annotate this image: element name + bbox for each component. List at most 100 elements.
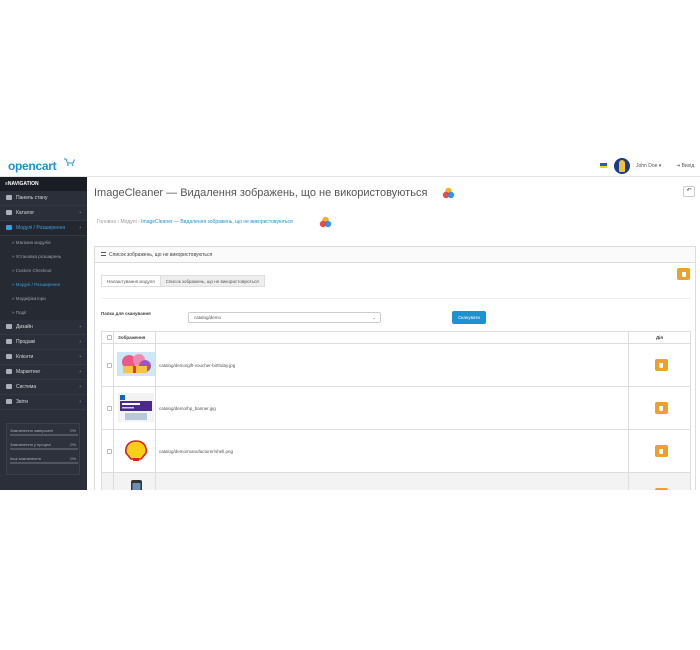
module-logo-icon — [319, 216, 332, 228]
chevron-down-icon: › — [79, 225, 81, 231]
row-select-cell — [101, 472, 114, 490]
thumbnail-gift-voucher — [117, 352, 155, 376]
user-avatar[interactable] — [614, 158, 630, 174]
back-button[interactable]: ↶ — [683, 186, 695, 197]
admin-window: opencart John Doe ▾ ⇥ Вихід ≡NAVIGATION … — [0, 155, 700, 490]
sidebar-item-sales[interactable]: Продажі › — [0, 335, 87, 350]
sidebar-subitem-label: Події — [15, 310, 27, 315]
stat-bar — [10, 462, 78, 464]
delete-button[interactable] — [654, 402, 668, 414]
thumbnail-cell — [113, 472, 156, 490]
user-name: John Doe — [636, 163, 658, 169]
scan-button[interactable]: Сканувати — [452, 311, 486, 324]
image-path: catalog/demo/gift-voucher-birthday.jpg — [155, 343, 629, 387]
row-checkbox[interactable] — [106, 448, 112, 454]
sidebar-subitem-label: Модулі / Розширення — [15, 282, 60, 287]
sidebar-item-label: Модулі / Розширення — [16, 225, 66, 231]
divider — [101, 298, 691, 299]
row-select-cell — [101, 343, 114, 387]
table-row: catalog/demo/hp_banner.jpg — [101, 386, 691, 430]
sidebar-subitem-label: Установка розширень — [15, 254, 62, 259]
sidebar-subitem-label: Custom Checkout — [15, 268, 52, 273]
table-row: catalog/demo/manufacturer/shell.png — [101, 429, 691, 473]
thumbnail-hp-banner — [118, 393, 154, 422]
breadcrumb-home[interactable]: Головна — [97, 219, 116, 225]
image-path — [155, 472, 629, 490]
puzzle-icon — [6, 224, 12, 230]
scan-folder-label: Папка для сканування — [101, 311, 151, 316]
page-title: ImageCleaner — Видалення зображень, що н… — [94, 187, 428, 199]
row-checkbox[interactable] — [106, 405, 112, 411]
tabs: Налаштування модуля Список зображень, що … — [101, 275, 265, 287]
chevron-right-icon: › — [79, 354, 81, 360]
sidebar-subitem-installer[interactable]: » Установка розширень — [0, 250, 87, 264]
column-header-action: Дія — [628, 331, 691, 344]
sidebar-item-extensions[interactable]: Модулі / Розширення › — [0, 221, 87, 236]
sidebar-subitem-modifications[interactable]: » Модифікатори — [0, 292, 87, 306]
opencart-logo[interactable]: opencart — [8, 159, 57, 173]
delete-button[interactable] — [654, 488, 668, 490]
breadcrumb-separator: › — [138, 219, 140, 225]
chevron-right-icon: › — [79, 369, 81, 375]
sidebar-item-system[interactable]: Система › — [0, 380, 87, 395]
sidebar-subitem-extensions[interactable]: » Модулі / Розширення — [0, 278, 87, 292]
cart-logo-icon — [64, 158, 75, 166]
scan-folder-select[interactable]: catalog/demo ⌄ — [188, 312, 381, 323]
sidebar-item-label: Панель стану — [16, 195, 48, 201]
stat-other: Інші замовлення 0% — [10, 456, 78, 470]
thumbnail-shell-logo — [125, 440, 147, 461]
action-cell — [628, 343, 691, 387]
user-menu[interactable]: John Doe ▾ — [636, 163, 661, 169]
thumbnail-cell — [113, 429, 156, 473]
stat-label: Інші замовлення — [10, 456, 41, 461]
select-all-checkbox[interactable] — [107, 335, 112, 340]
chevron-right-icon: › — [79, 399, 81, 405]
tab-settings[interactable]: Налаштування модуля — [101, 275, 161, 287]
language-flag-icon[interactable] — [600, 163, 607, 168]
sidebar-item-label: Звіти — [16, 399, 28, 405]
column-header-image: Зображення — [113, 331, 156, 344]
row-select-cell — [101, 386, 114, 430]
stat-percent: 0% — [70, 442, 76, 447]
panel-title: Список зображень, що не використовуються — [109, 252, 213, 258]
sidebar-item-label: Продажі — [16, 339, 36, 345]
delete-button[interactable] — [654, 445, 668, 457]
images-table: Зображення Дія catalog/demo/gift-voucher… — [101, 331, 691, 490]
cog-icon — [6, 383, 12, 389]
select-all-header[interactable] — [101, 331, 114, 344]
thumbnail-cell — [113, 386, 156, 430]
images-panel: Список зображень, що не використовуються… — [94, 246, 696, 490]
tab-unused-images[interactable]: Список зображень, що не використовуються — [159, 275, 265, 287]
sidebar-item-catalog[interactable]: Каталог › — [0, 206, 87, 221]
sidebar-item-label: Система — [16, 384, 37, 390]
delete-button[interactable] — [654, 359, 668, 371]
thumbnail-phone — [131, 480, 142, 490]
sidebar-item-marketing[interactable]: Маркетинг › — [0, 365, 87, 380]
stat-label: Замовлення у процесі — [10, 442, 51, 447]
tag-icon — [6, 209, 12, 215]
sidebar-subitem-custom-checkout[interactable]: » Custom Checkout — [0, 264, 87, 278]
chart-icon — [6, 398, 12, 404]
sidebar-item-label: Маркетинг — [16, 369, 41, 375]
top-header: opencart John Doe ▾ ⇥ Вихід — [0, 155, 700, 177]
chevron-down-icon: ⌄ — [372, 315, 376, 320]
sidebar-item-customers[interactable]: Клієнти › — [0, 350, 87, 365]
logout-link[interactable]: ⇥ Вихід — [676, 163, 694, 169]
nav-title: ≡NAVIGATION — [0, 177, 87, 191]
sidebar-subitem-events[interactable]: » Події — [0, 306, 87, 320]
sidebar-item-design[interactable]: Дизайн › — [0, 320, 87, 335]
sidebar-subitem-label: Модифікатори — [15, 296, 46, 301]
sidebar-item-dashboard[interactable]: Панель стану — [0, 191, 87, 206]
breadcrumb-modules[interactable]: Модулі — [120, 219, 136, 225]
row-select-cell — [101, 429, 114, 473]
breadcrumb-current[interactable]: ImageCleaner — Видалення зображень, що н… — [141, 219, 293, 225]
row-checkbox[interactable] — [106, 362, 112, 368]
sidebar: ≡NAVIGATION Панель стану Каталог › Модулі… — [0, 177, 87, 490]
scan-folder-value: catalog/demo — [194, 315, 222, 320]
delete-selected-button[interactable] — [677, 268, 690, 280]
nav-title-text: NAVIGATION — [7, 181, 39, 187]
sidebar-item-label: Клієнти — [16, 354, 34, 360]
sidebar-subitem-marketplace[interactable]: » Магазин модулів — [0, 236, 87, 250]
sidebar-item-reports[interactable]: Звіти › — [0, 395, 87, 410]
panel-header: Список зображень, що не використовуються — [95, 247, 695, 263]
